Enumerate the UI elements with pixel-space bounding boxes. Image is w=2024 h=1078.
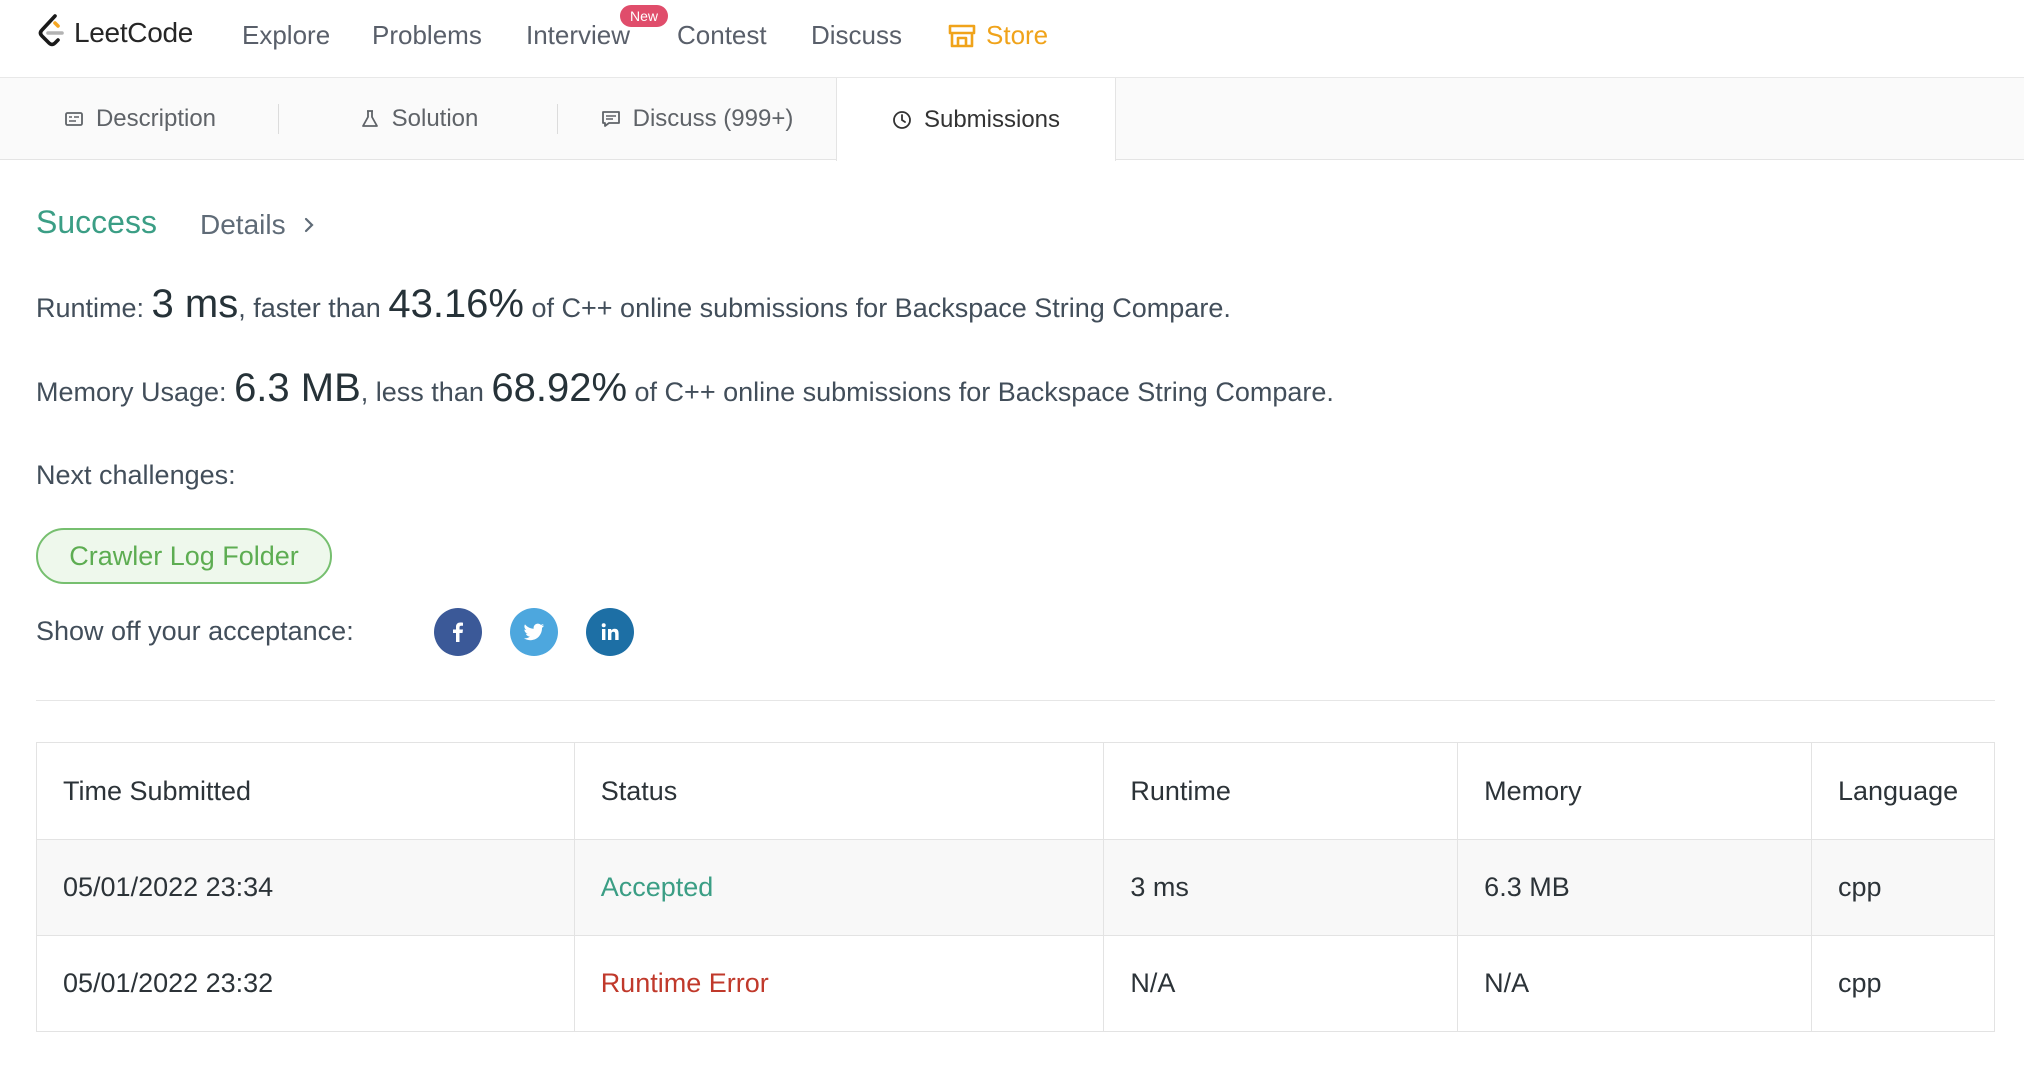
tab-solution-label: Solution — [391, 105, 479, 132]
tab-discuss[interactable]: Discuss (999+) — [558, 78, 836, 160]
description-icon — [65, 112, 83, 126]
column-header-time: Time Submitted — [36, 742, 575, 840]
nav-problems[interactable]: Problems — [372, 20, 482, 51]
memory-label: Memory Usage: — [36, 377, 235, 407]
top-navigation: LeetCode Explore Problems Interview New … — [0, 0, 2024, 78]
nav-store[interactable]: Store — [948, 20, 1048, 51]
runtime-summary: Runtime: 3 ms, faster than 43.16% of C++… — [36, 282, 1231, 327]
column-header-memory: Memory — [1457, 742, 1812, 840]
runtime-mid: , faster than — [238, 293, 389, 323]
problem-tabs: Description Solution Discuss (999+) Subm… — [0, 78, 2024, 161]
column-header-language: Language — [1810, 742, 1996, 840]
chevron-right-icon — [304, 217, 314, 233]
submission-time: 05/01/2022 23:34 — [36, 839, 575, 936]
tab-description[interactable]: Description — [0, 78, 280, 160]
submission-status-link[interactable]: Runtime Error — [573, 935, 1105, 1032]
table-row: 05/01/2022 23:34 Accepted 3 ms 6.3 MB cp… — [36, 839, 1996, 936]
submission-memory: 6.3 MB — [1457, 839, 1812, 936]
submissions-table: Time Submitted Status Runtime Memory Lan… — [36, 742, 1996, 1032]
submission-runtime: N/A — [1103, 935, 1459, 1032]
section-divider — [36, 700, 1995, 701]
table-row: 05/01/2022 23:32 Runtime Error N/A N/A c… — [36, 935, 1996, 1032]
memory-mid: , less than — [360, 377, 492, 407]
share-label: Show off your acceptance: — [36, 616, 354, 646]
details-label: Details — [200, 209, 286, 240]
submission-runtime: 3 ms — [1103, 839, 1459, 936]
twitter-share-button[interactable] — [510, 608, 558, 656]
memory-value: 6.3 MB — [234, 366, 361, 410]
runtime-label: Runtime: — [36, 293, 152, 323]
column-header-status: Status — [573, 742, 1105, 840]
result-status: Success — [36, 204, 157, 240]
logo-text: LeetCode — [74, 17, 194, 48]
details-link[interactable]: Details — [200, 209, 316, 241]
nav-discuss[interactable]: Discuss — [811, 20, 902, 51]
clock-icon — [893, 110, 911, 129]
runtime-suffix: of C++ online submissions for Backspace … — [524, 293, 1231, 323]
leetcode-logo-icon — [38, 14, 64, 47]
submission-language: cpp — [1810, 935, 1996, 1032]
tab-submissions-label: Submissions — [923, 105, 1061, 133]
submission-language: cpp — [1810, 839, 1996, 936]
leetcode-logo[interactable]: LeetCode — [36, 12, 193, 54]
table-header-row: Time Submitted Status Runtime Memory Lan… — [36, 742, 1996, 840]
new-badge: New — [620, 5, 669, 27]
runtime-value: 3 ms — [151, 282, 239, 326]
tab-discuss-label: Discuss (999+) — [632, 105, 794, 132]
facebook-icon — [453, 622, 463, 642]
runtime-percent: 43.16% — [388, 282, 524, 326]
memory-summary: Memory Usage: 6.3 MB, less than 68.92% o… — [36, 366, 1334, 411]
nav-contest[interactable]: Contest — [677, 20, 767, 51]
comment-icon — [601, 111, 620, 127]
submission-time: 05/01/2022 23:32 — [36, 935, 575, 1032]
flask-icon — [361, 110, 378, 127]
column-header-runtime: Runtime — [1103, 742, 1459, 840]
next-challenge-button[interactable]: Crawler Log Folder — [36, 528, 332, 584]
submission-status-link[interactable]: Accepted — [573, 839, 1105, 936]
next-challenges-label: Next challenges: — [36, 460, 236, 490]
tab-solution[interactable]: Solution — [280, 78, 558, 160]
linkedin-icon — [601, 623, 619, 640]
store-icon — [948, 24, 976, 47]
twitter-icon — [523, 623, 544, 641]
tab-divider — [278, 104, 279, 134]
nav-explore[interactable]: Explore — [242, 20, 330, 51]
submission-memory: N/A — [1457, 935, 1812, 1032]
facebook-share-button[interactable] — [434, 608, 482, 656]
memory-suffix: of C++ online submissions for Backspace … — [627, 377, 1334, 407]
nav-store-label: Store — [986, 20, 1049, 50]
tab-description-label: Description — [95, 105, 217, 132]
linkedin-share-button[interactable] — [586, 608, 634, 656]
nav-interview[interactable]: Interview — [526, 20, 630, 51]
tab-submissions[interactable]: Submissions — [836, 78, 1116, 161]
memory-percent: 68.92% — [491, 366, 628, 410]
